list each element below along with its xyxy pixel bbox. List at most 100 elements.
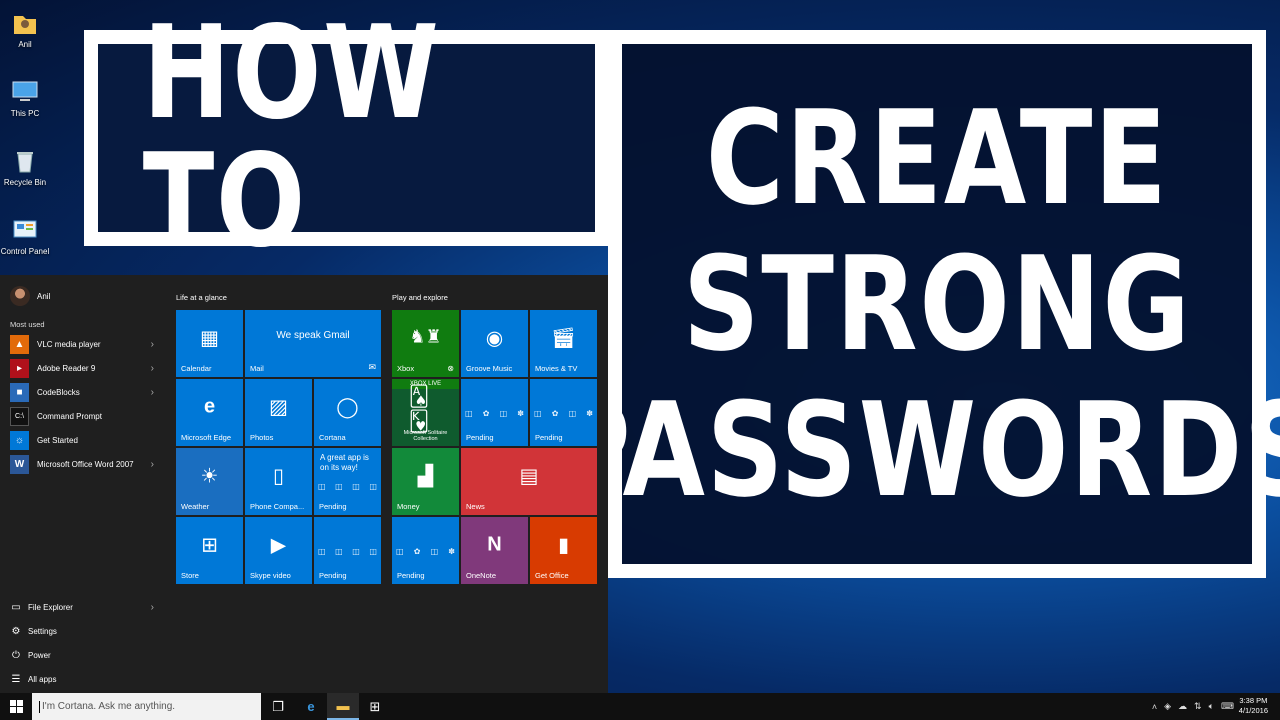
- store-promo-text: A great app is on its way!: [320, 453, 369, 472]
- tray-app-icon[interactable]: ◈: [1164, 701, 1171, 712]
- app-item-vlc[interactable]: ▲ VLC media player ›: [0, 332, 168, 356]
- chevron-right-icon[interactable]: ›: [151, 602, 154, 613]
- all-apps-icon: ☰: [11, 673, 21, 685]
- onedrive-icon[interactable]: ☁: [1178, 701, 1187, 712]
- onenote-icon: N: [487, 533, 502, 556]
- all-apps-item[interactable]: ☰ All apps: [0, 667, 168, 691]
- volume-icon[interactable]: 🔈︎: [1209, 701, 1214, 712]
- app-item-command-prompt[interactable]: C:\ Command Prompt: [0, 404, 168, 428]
- desktop-icon-recycle-bin[interactable]: Recycle Bin: [0, 140, 50, 202]
- clock-time: 3:38 PM: [1239, 696, 1268, 705]
- tile-label: Cortana: [319, 433, 346, 442]
- tile-label: Phone Compa...: [250, 502, 305, 511]
- tile-store[interactable]: ⊞ Store: [176, 517, 243, 584]
- network-icon[interactable]: ⇅: [1194, 701, 1202, 712]
- calendar-icon: ▦: [200, 327, 219, 350]
- file-explorer-item[interactable]: ▭ File Explorer ›: [0, 595, 168, 619]
- tile-mail[interactable]: We speak Gmail Mail ✉: [245, 310, 381, 377]
- tile-skype-video[interactable]: ▶ Skype video: [245, 517, 312, 584]
- clock[interactable]: 3:38 PM 4/1/2016: [1239, 696, 1268, 716]
- tile-weather[interactable]: ☀ Weather: [176, 448, 243, 515]
- tile-edge[interactable]: e Microsoft Edge: [176, 379, 243, 446]
- envelope-icon: ✉: [368, 362, 376, 372]
- tile-get-office[interactable]: ▮ Get Office: [530, 517, 597, 584]
- gear-icon: ⚙: [11, 625, 21, 637]
- cards-icon: 🂡🂾: [408, 386, 430, 434]
- control-panel-icon: [13, 220, 37, 238]
- tile-groove-music[interactable]: ◉ Groove Music: [461, 310, 528, 377]
- settings-item[interactable]: ⚙ Settings: [0, 619, 168, 643]
- desktop-icon-anil[interactable]: Anil: [0, 2, 50, 64]
- title-banner: CREATE STRONG PASSWORDS: [552, 30, 1280, 578]
- file-explorer-icon: ▬: [336, 698, 350, 713]
- tile-xbox[interactable]: ♞♜ Xbox ⊗: [392, 310, 459, 377]
- codeblocks-icon: ■: [10, 382, 29, 402]
- task-view-icon: ❐: [272, 698, 284, 714]
- edge-icon: e: [203, 395, 216, 418]
- computer-icon: [12, 81, 38, 101]
- tile-money[interactable]: ▟ Money: [392, 448, 459, 515]
- pending-icons: ◫ ✿ ◫ ✽: [534, 409, 593, 418]
- title-line-create: CREATE: [705, 82, 1169, 234]
- search-placeholder: I'm Cortana. Ask me anything.: [42, 701, 176, 712]
- start-button[interactable]: [0, 693, 32, 720]
- tile-pending[interactable]: ◫ ✿ ◫ ✽ Pending: [461, 379, 528, 446]
- group-title-play: Play and explore: [392, 293, 448, 302]
- how-to-text: HOW TO: [142, 0, 441, 276]
- app-item-get-started[interactable]: ☼ Get Started: [0, 428, 168, 452]
- tile-label: OneNote: [466, 571, 497, 580]
- tile-photos[interactable]: ▨ Photos: [245, 379, 312, 446]
- tile-label: Store: [181, 571, 199, 580]
- pending-icons: ◫ ✿ ◫ ✽: [396, 547, 455, 556]
- tile-cortana[interactable]: ◯ Cortana: [314, 379, 381, 446]
- command-prompt-icon: C:\: [10, 406, 29, 426]
- tile-label: News: [466, 502, 485, 511]
- store-taskbar-button[interactable]: ⊞: [359, 693, 391, 720]
- tile-label: Photos: [250, 433, 274, 442]
- desktop-icon-control-panel[interactable]: Control Panel: [0, 209, 50, 271]
- adobe-reader-icon: ▸: [10, 358, 29, 378]
- recycle-bin-icon: [17, 152, 33, 173]
- system-tray: ˄ ◈ ☁ ⇅ 🔈︎ ⌨: [1152, 693, 1234, 720]
- user-account[interactable]: Anil: [10, 285, 50, 307]
- chevron-right-icon[interactable]: ›: [151, 459, 154, 470]
- desktop-icon-label: This PC: [10, 109, 40, 118]
- tile-news[interactable]: ▤ News: [461, 448, 597, 515]
- bottom-item-label: Power: [28, 650, 51, 660]
- tile-phone-companion[interactable]: ▯ Phone Compa...: [245, 448, 312, 515]
- tile-pending[interactable]: ◫ ✿ ◫ ✽ Pending: [392, 517, 459, 584]
- chevron-right-icon[interactable]: ›: [151, 363, 154, 374]
- tile-pending-store-promo[interactable]: A great app is on its way! ◫ ◫ ◫ ◫ Pending: [314, 448, 381, 515]
- chevron-right-icon[interactable]: ›: [151, 387, 154, 398]
- tile-pending[interactable]: ◫ ✿ ◫ ✽ Pending: [530, 379, 597, 446]
- tile-label: Skype video: [250, 571, 291, 580]
- clock-date: 4/1/2016: [1238, 706, 1268, 716]
- cortana-search-box[interactable]: I'm Cortana. Ask me anything.: [32, 693, 261, 720]
- tile-solitaire[interactable]: XBOX LIVE 🂡🂾 Microsoft Solitaire Collect…: [392, 379, 459, 446]
- task-view-button[interactable]: ❐: [262, 693, 294, 720]
- tile-pending[interactable]: ◫ ◫ ◫ ◫ Pending: [314, 517, 381, 584]
- app-label: CodeBlocks: [37, 387, 80, 397]
- start-bottom-list: ▭ File Explorer › ⚙ Settings ⏻ Power ☰ A…: [0, 595, 168, 691]
- edge-icon: e: [307, 699, 315, 714]
- title-line-strong: STRONG: [682, 228, 1192, 380]
- desktop-icon-this-pc[interactable]: This PC: [0, 71, 50, 133]
- lightbulb-icon: ☼: [10, 430, 29, 450]
- file-explorer-taskbar-button[interactable]: ▬: [327, 693, 359, 720]
- power-item[interactable]: ⏻ Power: [0, 643, 168, 667]
- chevron-right-icon[interactable]: ›: [151, 339, 154, 350]
- app-item-adobe-reader[interactable]: ▸ Adobe Reader 9 ›: [0, 356, 168, 380]
- tile-label: Pending: [466, 433, 494, 442]
- chevron-up-icon[interactable]: ˄: [1152, 702, 1157, 712]
- app-item-codeblocks[interactable]: ■ CodeBlocks ›: [0, 380, 168, 404]
- tile-onenote[interactable]: N OneNote: [461, 517, 528, 584]
- tile-label: Groove Music: [466, 364, 513, 373]
- keyboard-icon[interactable]: ⌨: [1221, 701, 1234, 712]
- xbox-characters-icon: ♞♜: [409, 326, 442, 347]
- tile-label: Pending: [397, 571, 425, 580]
- edge-taskbar-button[interactable]: e: [295, 693, 327, 720]
- tile-movies-tv[interactable]: 🎬︎ Movies & TV: [530, 310, 597, 377]
- app-label: Microsoft Office Word 2007: [37, 459, 134, 469]
- tile-calendar[interactable]: ▦ Calendar: [176, 310, 243, 377]
- app-item-word-2007[interactable]: W Microsoft Office Word 2007 ›: [0, 452, 168, 476]
